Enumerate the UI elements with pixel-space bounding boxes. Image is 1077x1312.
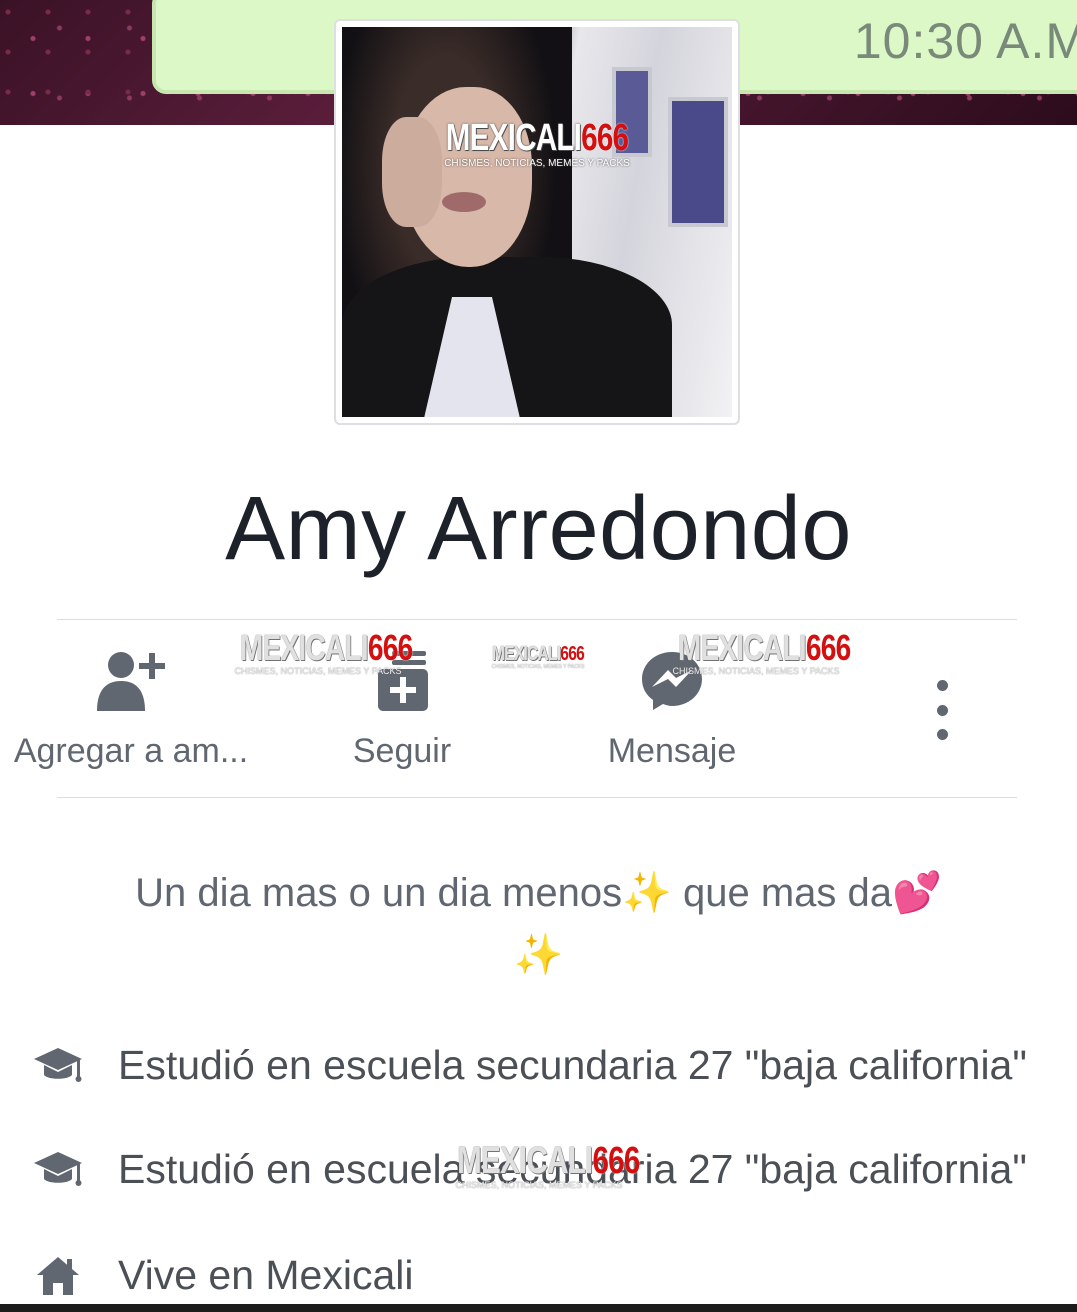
watermark-logo: MEXICALI666 CHISMES, NOTICIAS, MEMES Y P… [672,627,851,676]
info-row-location[interactable]: Vive en Mexicali [30,1252,1070,1299]
bio-line-1: Un dia mas o un dia menos✨ que mas da💕 [135,871,942,915]
more-vertical-icon [936,680,948,691]
add-friend-label: Agregar a am... [13,732,249,770]
graduation-cap-icon [34,1151,82,1186]
info-row-education[interactable]: Estudió en escuela secundaria 27 "baja c… [30,1042,1070,1089]
watermark-logo: MEXICALI666 CHISMES, NOTICIAS, MEMES Y P… [455,1140,640,1190]
profile-photo-image: MEXICALI666 CHISMES, NOTICIAS, MEMES Y P… [342,27,732,417]
profile-picture[interactable]: MEXICALI666 CHISMES, NOTICIAS, MEMES Y P… [334,19,740,425]
watermark-logo: MEXICALI666 CHISMES, NOTICIAS, MEMES Y P… [444,117,630,169]
profile-bio: Un dia mas o un dia menos✨ que mas da💕 ✨ [60,862,1017,986]
follow-label: Seguir [352,732,452,770]
message-label: Mensaje [607,732,737,770]
divider-top [57,619,1017,620]
bottom-edge [0,1304,1077,1312]
info-text: Vive en Mexicali [118,1252,414,1298]
home-icon [37,1256,79,1295]
bio-line-2: ✨ [513,933,564,977]
divider-bottom [57,797,1017,798]
watermark-logo: MEXICALI666 CHISMES, NOTICIAS, MEMES Y P… [491,643,585,670]
info-text: Estudió en escuela secundaria 27 "baja c… [118,1042,1027,1088]
profile-name: Amy Arredondo [225,479,852,579]
add-friend-icon [97,652,165,711]
watermark-logo: MEXICALI666 CHISMES, NOTICIAS, MEMES Y P… [234,627,413,676]
more-options-button[interactable] [922,680,962,740]
graduation-cap-icon [34,1047,82,1082]
chat-time: 10:30 A.M [853,13,1077,69]
